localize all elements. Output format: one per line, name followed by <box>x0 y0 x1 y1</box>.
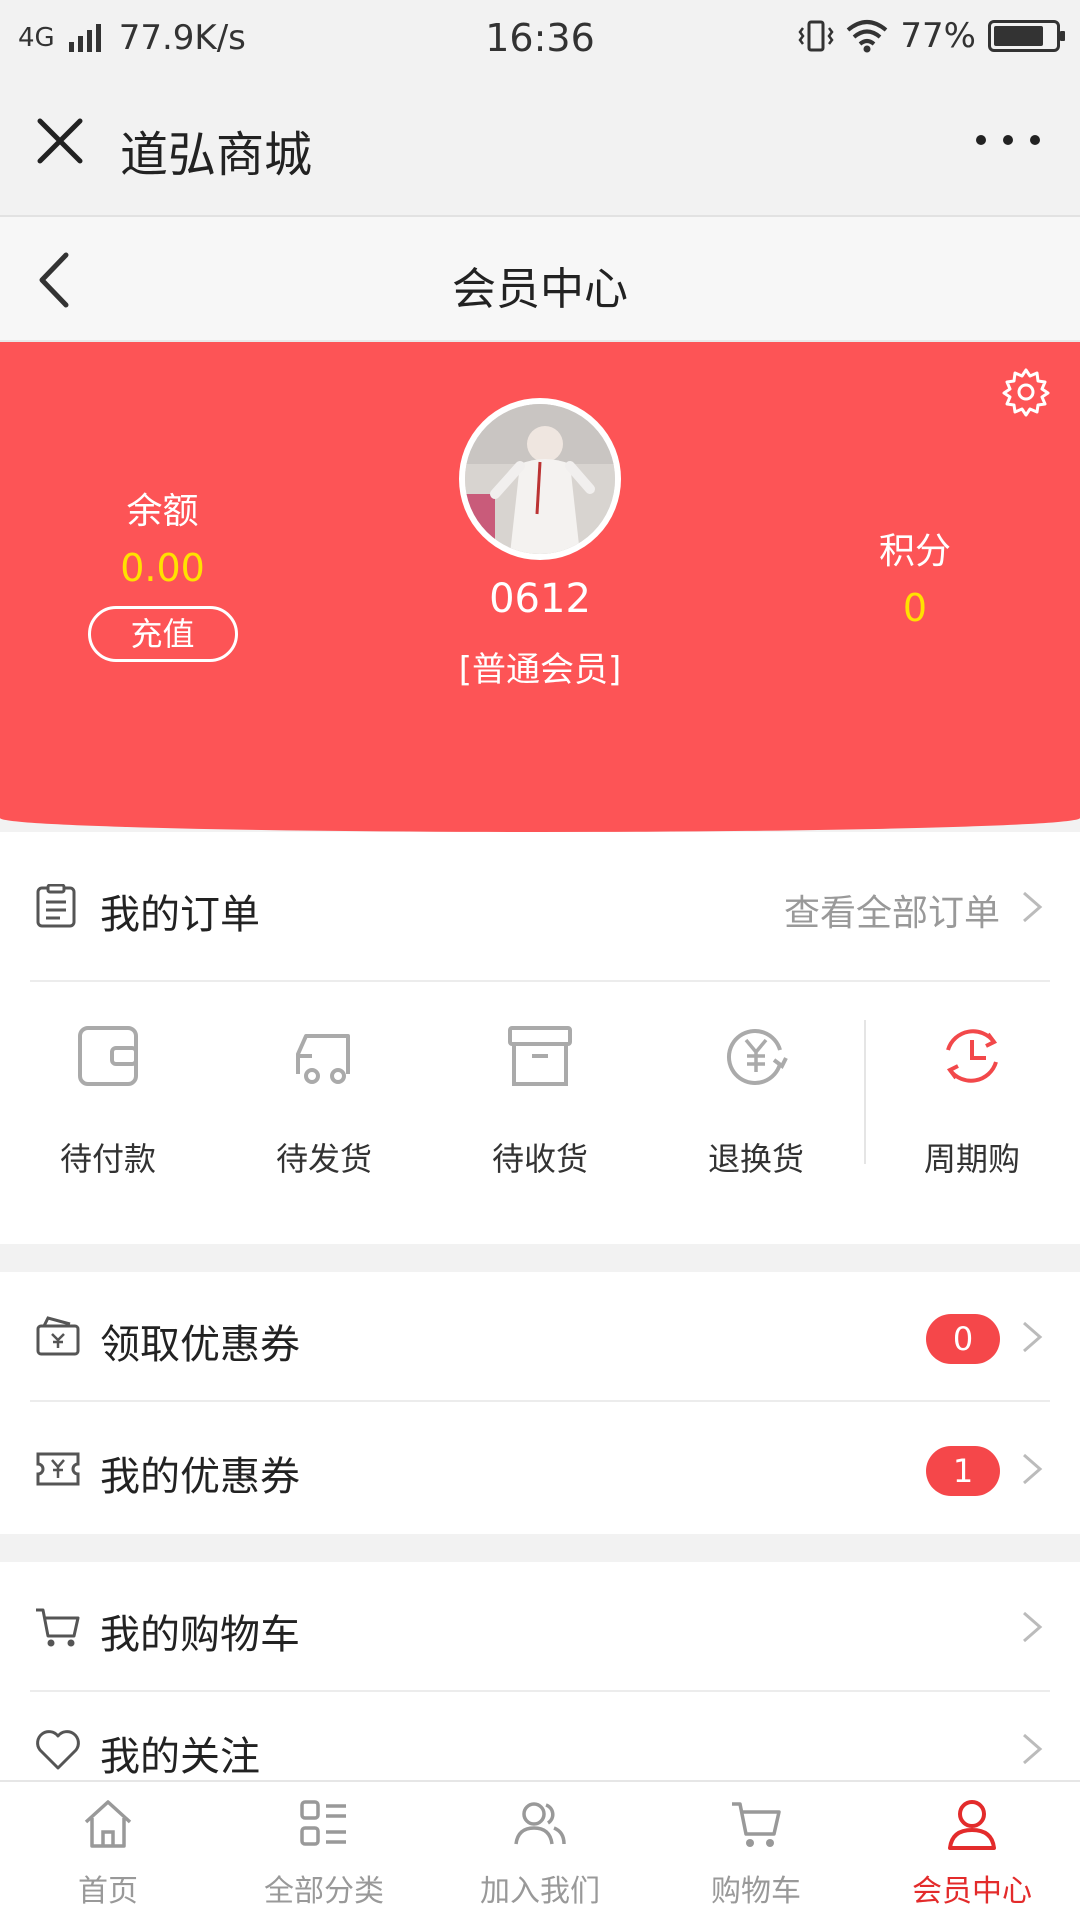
order-item-label: 退换货 <box>707 1140 804 1178</box>
orders-title: 我的订单 <box>100 892 260 938</box>
tab-label: 购物车 <box>711 1874 801 1909</box>
orders-header[interactable]: 我的订单 查看全部订单 <box>30 832 1050 982</box>
tab-label: 会员中心 <box>912 1874 1032 1909</box>
mini-program-title: 道弘商城 <box>120 127 313 183</box>
cycle-clock-icon <box>946 1029 998 1083</box>
user-icon <box>948 1800 996 1850</box>
my-cart-row[interactable]: 我的购物车 <box>30 1562 1050 1692</box>
wechat-title-bar: 道弘商城 <box>0 75 1080 217</box>
bottom-tab-bar: 首页 全部分类 加入我们 购物车 会员中心 <box>0 1780 1080 1920</box>
tab-home[interactable]: 首页 <box>0 1782 216 1920</box>
tab-label: 全部分类 <box>264 1874 384 1909</box>
balance-block: 余额 0.00 充值 <box>60 482 265 662</box>
chevron-right-icon <box>1023 1611 1043 1643</box>
status-right: 77% <box>798 16 1065 56</box>
points-value: 0 <box>902 586 928 630</box>
order-item-label: 待发货 <box>275 1140 372 1178</box>
order-item-pending-shipment[interactable]: 待发货 <box>216 984 432 1244</box>
heart-icon <box>36 1730 80 1770</box>
my-coupon-count-badge: 1 <box>926 1446 1000 1496</box>
battery-icon <box>988 20 1065 52</box>
order-item-subscription[interactable]: 周期购 <box>864 984 1080 1244</box>
cart-icon <box>732 1802 781 1847</box>
order-item-label: 待付款 <box>59 1140 156 1178</box>
misc-section: 我的购物车 我的关注 <box>0 1562 1080 1782</box>
order-item-pending-receipt[interactable]: 待收货 <box>432 984 648 1244</box>
tab-member-center[interactable]: 会员中心 <box>864 1782 1080 1920</box>
my-cart-label: 我的购物车 <box>100 1612 300 1658</box>
battery-percent: 77% <box>900 16 976 56</box>
close-icon[interactable] <box>32 113 88 169</box>
truck-icon <box>296 1034 350 1084</box>
category-icon <box>300 1800 346 1846</box>
get-coupon-row[interactable]: 领取优惠券 0 <box>30 1272 1050 1402</box>
coupon-ticket-icon <box>36 1316 80 1356</box>
my-coupon-label: 我的优惠券 <box>100 1454 300 1500</box>
view-all-orders-link[interactable]: 查看全部订单 <box>784 884 1000 936</box>
order-item-label: 待收货 <box>491 1140 588 1178</box>
chevron-right-icon <box>1023 1321 1043 1353</box>
tab-join-us[interactable]: 加入我们 <box>432 1782 648 1920</box>
member-hero-panel: 余额 0.00 充值 0612 [普通会员] 积分 0 <box>0 342 1080 832</box>
order-item-pending-payment[interactable]: 待付款 <box>0 984 216 1244</box>
tab-cart[interactable]: 购物车 <box>648 1782 864 1920</box>
member-level: [普通会员] <box>458 650 622 690</box>
people-icon <box>514 1802 566 1845</box>
page-title: 会员中心 <box>452 264 628 315</box>
coupon-icon <box>36 1452 80 1486</box>
my-coupon-row[interactable]: 我的优惠券 1 <box>30 1404 1050 1534</box>
status-bar: 4G 77.9K/s 16:36 77% <box>0 0 1080 75</box>
chevron-right-icon <box>1023 1733 1043 1765</box>
order-status-items: 待付款 待发货 待收货 退换货 周期购 <box>0 984 1080 1244</box>
more-icon[interactable] <box>976 115 1040 165</box>
order-divider <box>864 1020 866 1164</box>
avatar[interactable] <box>459 398 621 560</box>
chevron-right-icon <box>1023 891 1043 923</box>
avatar-photo <box>465 404 615 554</box>
coupons-section: 领取优惠券 0 我的优惠券 1 <box>0 1272 1080 1534</box>
box-icon <box>508 1026 572 1086</box>
wifi-icon <box>847 20 888 53</box>
clipboard-list-icon <box>36 884 76 928</box>
get-coupon-count-badge: 0 <box>926 1314 1000 1364</box>
page-header: 会员中心 <box>0 217 1080 342</box>
cart-icon <box>36 1608 80 1647</box>
chevron-right-icon <box>1023 1453 1043 1485</box>
vibrate-icon <box>798 20 834 52</box>
order-item-label: 周期购 <box>923 1140 1020 1178</box>
wallet-icon <box>78 1026 138 1086</box>
settings-gear-icon[interactable] <box>1000 366 1052 418</box>
balance-label: 余额 <box>126 491 199 532</box>
points-label: 积分 <box>878 531 951 572</box>
yuan-refund-icon <box>726 1029 788 1085</box>
order-item-returns[interactable]: 退换货 <box>648 984 864 1244</box>
tab-label: 加入我们 <box>480 1874 600 1909</box>
points-block: 积分 0 <box>830 522 1000 630</box>
orders-section: 我的订单 查看全部订单 待付款 待发货 待收货 退换货 周期购 <box>0 832 1080 1244</box>
home-icon <box>84 1800 132 1848</box>
tab-categories[interactable]: 全部分类 <box>216 1782 432 1920</box>
my-follow-label: 我的关注 <box>100 1734 260 1780</box>
get-coupon-label: 领取优惠券 <box>100 1322 300 1368</box>
tab-label: 首页 <box>78 1874 138 1909</box>
